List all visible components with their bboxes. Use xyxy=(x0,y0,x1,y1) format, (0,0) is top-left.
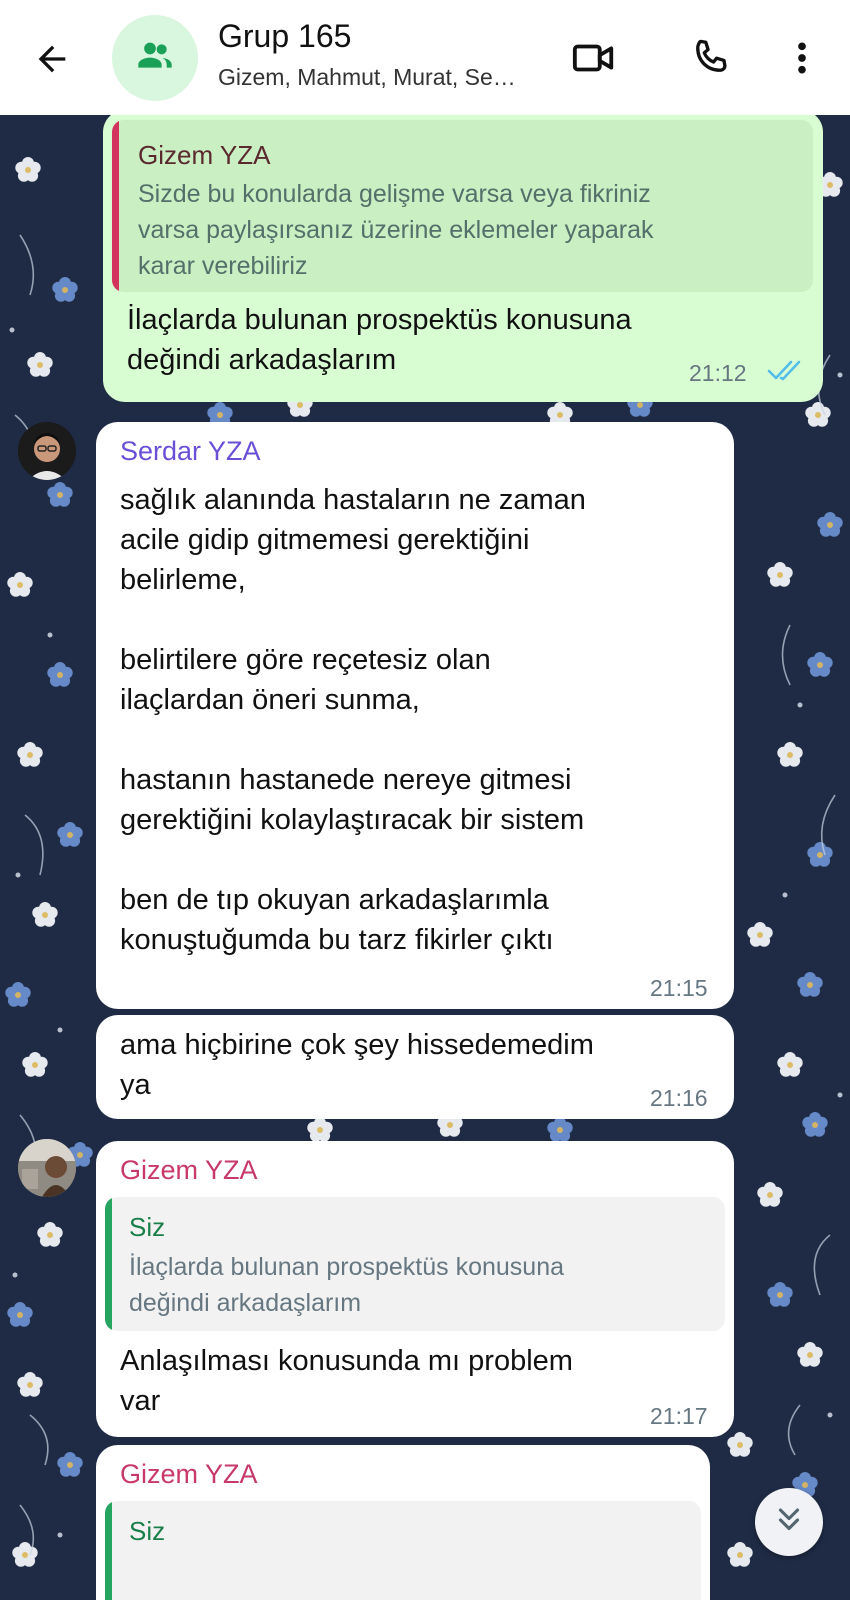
message-outgoing[interactable]: Gizem YZA Sizde bu konularda gelişme var… xyxy=(103,115,823,402)
message-time: 21:15 xyxy=(650,975,708,1001)
quoted-message[interactable]: Gizem YZA Sizde bu konularda gelişme var… xyxy=(112,120,813,292)
sender-name[interactable]: Serdar YZA xyxy=(120,436,261,467)
quote-bar xyxy=(105,1501,112,1600)
sender-name[interactable]: Gizem YZA xyxy=(120,1459,258,1490)
avatar-serdar[interactable] xyxy=(18,422,76,480)
sender-name[interactable]: Gizem YZA xyxy=(120,1155,258,1186)
quote-text: Sizde bu konularda gelişme varsa veya fi… xyxy=(138,180,654,280)
message-time: 21:17 xyxy=(650,1403,708,1429)
message-time: 21:16 xyxy=(650,1085,708,1111)
back-arrow-icon[interactable] xyxy=(28,35,76,83)
phone-icon[interactable] xyxy=(682,30,738,86)
message-time: 21:12 xyxy=(689,360,747,386)
quote-text: İlaçlarda bulunan prospektüs konusuna de… xyxy=(129,1253,565,1317)
message-incoming[interactable]: Gizem YZA Siz xyxy=(96,1445,710,1600)
video-call-icon[interactable] xyxy=(566,30,622,86)
group-icon xyxy=(135,36,175,81)
more-vert-icon[interactable] xyxy=(774,30,830,86)
message-text: ama hiçbirine çok şey hissedemedim ya xyxy=(120,1029,594,1101)
message-text: Anlaşılması konusunda mı problem var xyxy=(120,1345,573,1417)
avatar-gizem[interactable] xyxy=(18,1139,76,1197)
quote-sender: Siz xyxy=(129,1212,166,1242)
quote-sender: Siz xyxy=(129,1516,166,1546)
message-incoming[interactable]: Serdar YZA sağlık alanında hastaların ne… xyxy=(96,422,734,1009)
double-chevron-down-icon xyxy=(772,1503,806,1542)
read-ticks-icon xyxy=(767,358,805,389)
quote-bar xyxy=(105,1197,112,1331)
message-text: sağlık alanında hastaların ne zaman acil… xyxy=(120,484,586,956)
message-text: İlaçlarda bulunan prospektüs konusuna de… xyxy=(127,304,632,376)
message-incoming[interactable]: ama hiçbirine çok şey hissedemedim ya 21… xyxy=(96,1015,734,1119)
quoted-message[interactable]: Siz İlaçlarda bulunan prospektüs konusun… xyxy=(105,1197,725,1331)
scroll-to-bottom-button[interactable] xyxy=(755,1488,823,1556)
quoted-message[interactable]: Siz xyxy=(105,1501,701,1600)
group-avatar[interactable] xyxy=(112,15,198,101)
quote-bar xyxy=(112,120,119,292)
quote-sender: Gizem YZA xyxy=(138,140,271,170)
chat-participants[interactable]: Gizem, Mahmut, Murat, Se… xyxy=(218,64,516,91)
chat-area[interactable]: Gizem YZA Sizde bu konularda gelişme var… xyxy=(0,115,850,1600)
chat-header: Grup 165 Gizem, Mahmut, Murat, Se… xyxy=(0,0,850,115)
chat-title[interactable]: Grup 165 xyxy=(218,18,351,55)
message-incoming[interactable]: Gizem YZA Siz İlaçlarda bulunan prospekt… xyxy=(96,1141,734,1437)
